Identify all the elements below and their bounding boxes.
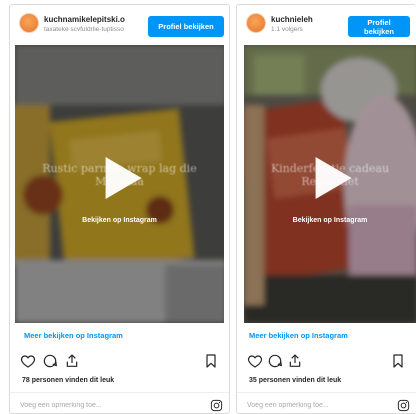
like-count[interactable]: 78 personen vinden dit leuk bbox=[22, 377, 114, 384]
play-icon[interactable] bbox=[105, 157, 142, 200]
profile-subtitle: 1.1 volgers bbox=[271, 26, 303, 33]
comment-icon[interactable] bbox=[42, 353, 58, 369]
divider bbox=[237, 392, 416, 393]
share-icon[interactable] bbox=[287, 353, 303, 369]
post-header: kuchnieleh 1.1 volgers Profiel bekijken bbox=[237, 5, 416, 43]
instagram-embed-post-2: kuchnieleh 1.1 volgers Profiel bekijken bbox=[236, 4, 416, 414]
instagram-icon[interactable] bbox=[397, 399, 410, 412]
username[interactable]: kuchnieleh bbox=[271, 15, 331, 24]
avatar[interactable] bbox=[246, 13, 266, 33]
video-thumbnail[interactable]: Kinderfeestje cadeau Regeo tiet Bekijken… bbox=[244, 45, 416, 323]
action-bar bbox=[20, 353, 219, 371]
view-more-on-instagram-link[interactable]: Meer bekijken op Instagram bbox=[24, 331, 123, 340]
play-icon[interactable] bbox=[315, 157, 352, 200]
divider bbox=[10, 392, 229, 393]
watch-on-instagram-label[interactable]: Bekijken op Instagram bbox=[244, 217, 416, 224]
comment-icon[interactable] bbox=[267, 353, 283, 369]
view-profile-button[interactable]: Profiel bekijken bbox=[148, 16, 224, 37]
instagram-icon[interactable] bbox=[210, 399, 223, 412]
avatar[interactable] bbox=[19, 13, 39, 33]
heart-icon[interactable] bbox=[20, 353, 36, 369]
bookmark-icon[interactable] bbox=[390, 353, 406, 369]
add-comment-input[interactable] bbox=[20, 398, 170, 412]
share-icon[interactable] bbox=[64, 353, 80, 369]
view-profile-button[interactable]: Profiel bekijken bbox=[348, 16, 410, 37]
add-comment-input[interactable] bbox=[247, 398, 377, 412]
video-thumbnail[interactable]: Rustic parmen wrap lag die Massaaa Bekij… bbox=[15, 45, 224, 323]
profile-subtitle: taxateke scvfuldrlie-tuptisso bbox=[44, 26, 124, 33]
post-header: kuchnamikelepitski.o taxateke scvfuldrli… bbox=[10, 5, 229, 43]
watch-on-instagram-label[interactable]: Bekijken op Instagram bbox=[15, 217, 224, 224]
view-more-on-instagram-link[interactable]: Meer bekijken op Instagram bbox=[249, 331, 348, 340]
instagram-embed-post-1: kuchnamikelepitski.o taxateke scvfuldrli… bbox=[9, 4, 230, 414]
heart-icon[interactable] bbox=[247, 353, 263, 369]
username[interactable]: kuchnamikelepitski.o bbox=[44, 15, 144, 24]
bookmark-icon[interactable] bbox=[203, 353, 219, 369]
like-count[interactable]: 35 personen vinden dit leuk bbox=[249, 377, 341, 384]
action-bar bbox=[247, 353, 406, 371]
